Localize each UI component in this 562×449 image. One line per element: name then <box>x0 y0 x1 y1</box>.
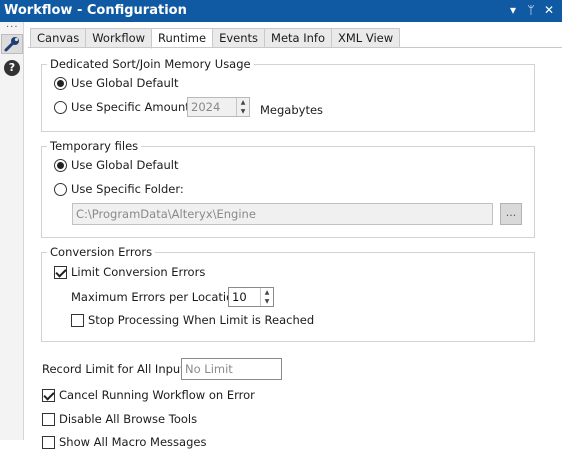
temp-global-radio[interactable] <box>54 158 67 172</box>
conversion-group-title: Conversion Errors <box>47 245 156 259</box>
side-toolbar: ··· ? <box>0 22 24 440</box>
partial-checkbox[interactable] <box>42 435 55 449</box>
record-limit-input[interactable]: No Limit <box>181 358 282 380</box>
cancel-on-error-option[interactable]: Cancel Running Workflow on Error <box>42 388 255 402</box>
max-errors-label: Maximum Errors per Location: <box>71 290 245 304</box>
cancel-on-error-label: Cancel Running Workflow on Error <box>59 388 255 402</box>
memory-global-radio[interactable] <box>54 76 67 90</box>
temp-specific-label: Use Specific Folder: <box>71 182 184 196</box>
record-limit-label: Record Limit for All Inputs: <box>42 362 195 376</box>
max-errors-stepper[interactable]: 10 ▲ ▼ <box>228 287 274 307</box>
tab-runtime[interactable]: Runtime <box>151 28 213 49</box>
disable-browse-label: Disable All Browse Tools <box>59 412 198 426</box>
stop-processing-option[interactable]: Stop Processing When Limit is Reached <box>71 313 314 327</box>
disable-browse-option[interactable]: Disable All Browse Tools <box>42 412 197 426</box>
tab-divider <box>28 47 562 48</box>
stepper-down-icon[interactable]: ▼ <box>261 297 273 306</box>
memory-specific-label: Use Specific Amount: <box>71 100 194 114</box>
memory-unit: Megabytes <box>260 103 324 117</box>
tab-events[interactable]: Events <box>212 28 265 48</box>
memory-usage-group: Dedicated Sort/Join Memory Usage <box>41 57 535 132</box>
memory-global-option[interactable]: Use Global Default <box>54 76 179 90</box>
pin-icon[interactable]: ᛘ <box>524 3 538 17</box>
browse-folder-button[interactable]: ... <box>500 203 522 225</box>
memory-amount-stepper[interactable]: 2024 ▲ ▼ <box>187 97 250 117</box>
temp-group-title: Temporary files <box>47 139 142 153</box>
cancel-on-error-checkbox[interactable] <box>42 388 55 402</box>
disable-browse-checkbox[interactable] <box>42 412 55 426</box>
temp-global-option[interactable]: Use Global Default <box>54 158 179 172</box>
stop-processing-label: Stop Processing When Limit is Reached <box>88 313 315 327</box>
temp-folder-field[interactable]: C:\ProgramData\Alteryx\Engine <box>72 203 493 225</box>
memory-amount-value: 2024 <box>191 100 221 114</box>
close-icon[interactable]: ✕ <box>542 3 556 17</box>
partial-label: Show All Macro Messages <box>59 435 207 449</box>
memory-global-label: Use Global Default <box>71 76 179 90</box>
wrench-icon[interactable] <box>1 34 23 54</box>
tab-xml-view[interactable]: XML View <box>331 28 401 48</box>
memory-specific-option[interactable]: Use Specific Amount: <box>54 100 194 114</box>
memory-specific-radio[interactable] <box>54 100 67 114</box>
stepper-up-icon[interactable]: ▲ <box>261 288 273 297</box>
stepper-down-icon[interactable]: ▼ <box>237 107 249 116</box>
tab-workflow[interactable]: Workflow <box>85 28 152 48</box>
limit-conversion-label: Limit Conversion Errors <box>71 265 206 279</box>
grip-icon: ··· <box>6 22 19 33</box>
stop-processing-checkbox[interactable] <box>71 313 84 327</box>
memory-group-title: Dedicated Sort/Join Memory Usage <box>47 57 254 71</box>
tab-bar: Canvas Workflow Runtime Events Meta Info… <box>30 28 401 49</box>
temp-specific-option[interactable]: Use Specific Folder: <box>54 182 184 196</box>
help-icon[interactable]: ? <box>4 60 20 76</box>
temp-global-label: Use Global Default <box>71 158 179 172</box>
window-title: Workflow - Configuration <box>4 3 187 18</box>
limit-conversion-checkbox[interactable] <box>54 265 67 279</box>
tab-canvas[interactable]: Canvas <box>30 28 86 48</box>
max-errors-value: 10 <box>232 290 247 304</box>
temp-specific-radio[interactable] <box>54 182 67 196</box>
tab-meta-info[interactable]: Meta Info <box>264 28 331 48</box>
window-titlebar: Workflow - Configuration ▾ ᛘ ✕ <box>0 0 562 22</box>
limit-conversion-option[interactable]: Limit Conversion Errors <box>54 265 205 279</box>
partial-option[interactable]: Show All Macro Messages <box>42 435 206 449</box>
dropdown-icon[interactable]: ▾ <box>506 3 520 17</box>
stepper-up-icon[interactable]: ▲ <box>237 98 249 107</box>
